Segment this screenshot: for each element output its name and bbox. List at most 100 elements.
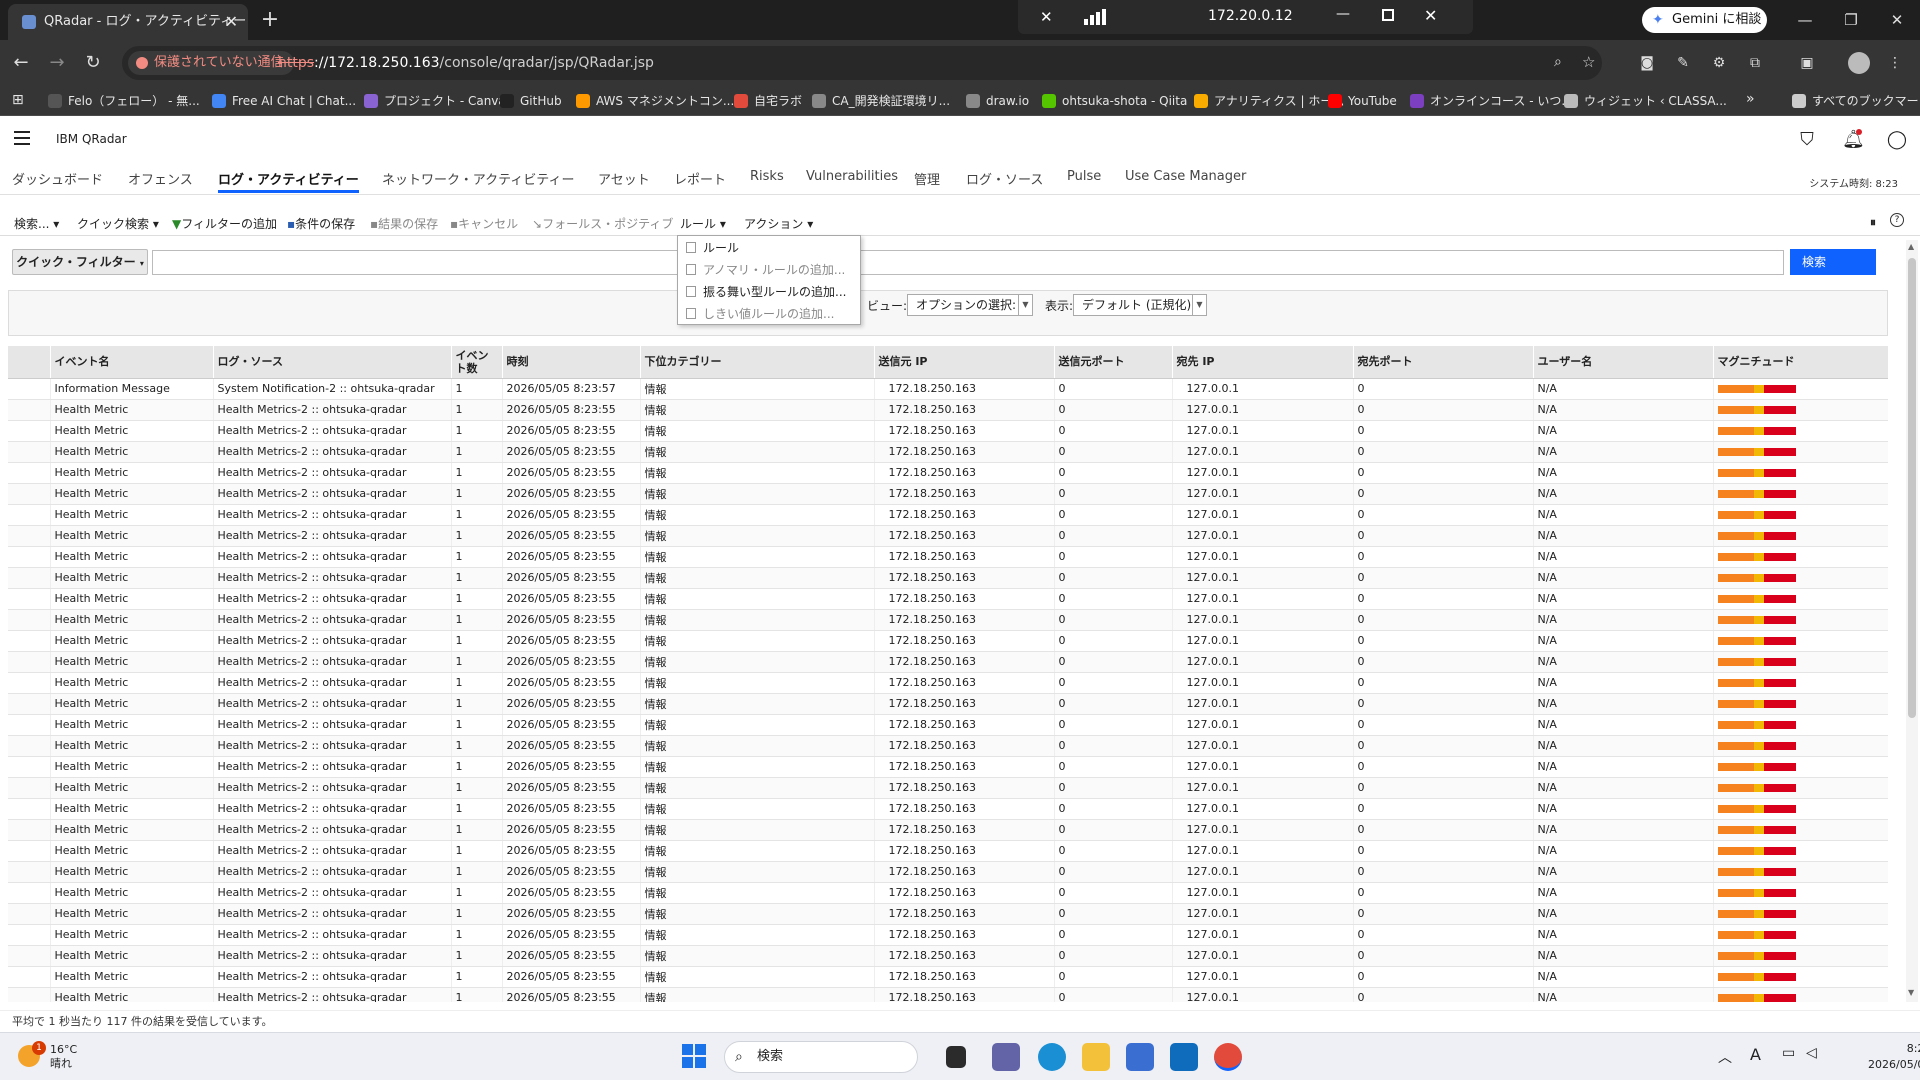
table-row[interactable]: Health Metric Health Metrics-2 :: ohtsuka…: [8, 588, 1888, 610]
tab-0[interactable]: ダッシュボード: [12, 169, 103, 193]
column-header[interactable]: 送信元 IP: [874, 346, 1055, 379]
forward-icon[interactable]: →: [44, 50, 70, 76]
row-selector[interactable]: [8, 966, 51, 988]
hamburger-menu-icon[interactable]: [14, 131, 30, 145]
table-row[interactable]: Health Metric Health Metrics-2 :: ohtsuka…: [8, 441, 1888, 463]
tab-8[interactable]: 管理: [914, 169, 940, 193]
table-row[interactable]: Health Metric Health Metrics-2 :: ohtsuka…: [8, 504, 1888, 526]
row-selector[interactable]: [8, 840, 51, 862]
table-row[interactable]: Health Metric Health Metrics-2 :: ohtsuka…: [8, 987, 1888, 1002]
table-row[interactable]: Health Metric Health Metrics-2 :: ohtsuka…: [8, 819, 1888, 841]
camera-icon[interactable]: ◙: [1636, 52, 1658, 74]
rules-menu-item-threshold[interactable]: しきい値ルールの追加...: [678, 303, 860, 325]
url-text[interactable]: https://172.18.250.163/console/qradar/js…: [278, 46, 654, 80]
tab-9[interactable]: ログ・ソース: [966, 169, 1043, 193]
taskbar-search[interactable]: ⌕ 検索: [724, 1041, 918, 1073]
store-icon[interactable]: [1126, 1043, 1154, 1071]
row-selector[interactable]: [8, 567, 51, 589]
omnibox[interactable]: 保護されていない通信 https://172.18.250.163/consol…: [122, 46, 1602, 80]
volume-icon[interactable]: ◁: [1806, 1045, 1817, 1061]
zoom-icon[interactable]: ⌕: [1554, 54, 1562, 70]
column-header[interactable]: マグニチュード: [1713, 346, 1888, 379]
file-explorer-icon[interactable]: [1082, 1043, 1110, 1071]
save-criteria-button[interactable]: ▪条件の保存: [287, 215, 355, 232]
tab-5[interactable]: レポート: [674, 169, 726, 193]
table-row[interactable]: Health Metric Health Metrics-2 :: ohtsuka…: [8, 567, 1888, 589]
table-row[interactable]: Health Metric Health Metrics-2 :: ohtsuka…: [8, 861, 1888, 883]
pause-icon[interactable]: ⏸: [1870, 215, 1876, 230]
table-row[interactable]: Health Metric Health Metrics-2 :: ohtsuka…: [8, 525, 1888, 547]
more-bookmarks-icon[interactable]: »: [1746, 91, 1755, 107]
table-row[interactable]: Health Metric Health Metrics-2 :: ohtsuka…: [8, 462, 1888, 484]
row-selector[interactable]: [8, 819, 51, 841]
table-row[interactable]: Health Metric Health Metrics-2 :: ohtsuka…: [8, 546, 1888, 568]
outlook-icon[interactable]: [1170, 1043, 1198, 1071]
row-selector[interactable]: [8, 693, 51, 715]
row-selector[interactable]: [8, 504, 51, 526]
back-icon[interactable]: ←: [8, 50, 34, 76]
row-selector[interactable]: [8, 672, 51, 694]
new-tab-button[interactable]: +: [256, 6, 284, 34]
row-selector[interactable]: [8, 483, 51, 505]
bookmark-item[interactable]: アナリティクス | ホーム: [1194, 92, 1344, 110]
menu-kebab-icon[interactable]: ⋮: [1884, 52, 1906, 74]
row-selector[interactable]: [8, 420, 51, 442]
bookmark-item[interactable]: プロジェクト - Canva: [364, 92, 506, 110]
cancel-button[interactable]: ▪キャンセル: [450, 215, 518, 232]
table-row[interactable]: Health Metric Health Metrics-2 :: ohtsuka…: [8, 735, 1888, 757]
scrollbar-thumb[interactable]: [1908, 258, 1916, 718]
bookmark-item[interactable]: draw.io: [966, 92, 1029, 110]
table-row[interactable]: Health Metric Health Metrics-2 :: ohtsuka…: [8, 756, 1888, 778]
task-view-icon[interactable]: [946, 1046, 966, 1068]
actions-menu[interactable]: アクション ▾: [744, 215, 813, 232]
restore-window-icon[interactable]: ❐: [1836, 8, 1866, 32]
row-selector[interactable]: [8, 441, 51, 463]
close-window-icon[interactable]: ✕: [1882, 8, 1912, 32]
save-results-button[interactable]: ▪結果の保存: [370, 215, 438, 232]
bookmark-item[interactable]: Free AI Chat | Chat...: [212, 92, 356, 110]
scroll-up-icon[interactable]: ▲: [1908, 242, 1914, 251]
table-row[interactable]: Health Metric Health Metrics-2 :: ohtsuka…: [8, 777, 1888, 799]
row-selector[interactable]: [8, 399, 51, 421]
windows-start-icon[interactable]: [681, 1043, 709, 1071]
tab-1[interactable]: オフェンス: [128, 169, 193, 193]
remote-minimize-icon[interactable]: —: [1336, 6, 1350, 22]
table-row[interactable]: Health Metric Health Metrics-2 :: ohtsuka…: [8, 903, 1888, 925]
shield-icon[interactable]: ⛉: [1796, 129, 1818, 151]
column-header[interactable]: [8, 346, 51, 379]
row-selector[interactable]: [8, 714, 51, 736]
table-row[interactable]: Health Metric Health Metrics-2 :: ohtsuka…: [8, 630, 1888, 652]
column-header[interactable]: イベント名: [50, 346, 214, 379]
tray-expand-icon[interactable]: ︿: [1718, 1047, 1732, 1067]
minimize-window-icon[interactable]: —: [1790, 8, 1820, 32]
scroll-down-icon[interactable]: ▼: [1908, 988, 1914, 997]
table-row[interactable]: Information Message System Notification-2…: [8, 378, 1888, 400]
row-selector[interactable]: [8, 462, 51, 484]
table-row[interactable]: Health Metric Health Metrics-2 :: ohtsuka…: [8, 840, 1888, 862]
column-header[interactable]: ログ・ソース: [213, 346, 452, 379]
tab-10[interactable]: Pulse: [1067, 169, 1101, 193]
rules-menu[interactable]: ルール ▾: [680, 215, 726, 232]
row-selector[interactable]: [8, 882, 51, 904]
notifications-bell-icon[interactable]: 🔔︎: [1842, 129, 1865, 151]
table-row[interactable]: Health Metric Health Metrics-2 :: ohtsuka…: [8, 420, 1888, 442]
quick-filter-dropdown[interactable]: クイック・フィルター ▾: [12, 249, 148, 275]
quick-search-menu[interactable]: クイック検索 ▾: [77, 215, 159, 232]
row-selector[interactable]: [8, 546, 51, 568]
pen-icon[interactable]: ✎: [1672, 52, 1694, 74]
add-filter-button[interactable]: ▼フィルターの追加: [172, 215, 277, 232]
table-row[interactable]: Health Metric Health Metrics-2 :: ohtsuka…: [8, 483, 1888, 505]
bookmark-item[interactable]: GitHub: [500, 92, 562, 110]
column-header[interactable]: 下位カテゴリー: [640, 346, 875, 379]
table-row[interactable]: Health Metric Health Metrics-2 :: ohtsuka…: [8, 945, 1888, 967]
extensions-icon[interactable]: ⧉: [1744, 52, 1766, 74]
display-select[interactable]: デフォルト (正規化) ▼: [1073, 294, 1207, 316]
close-tab-icon[interactable]: ✕: [225, 4, 238, 40]
table-row[interactable]: Health Metric Health Metrics-2 :: ohtsuka…: [8, 882, 1888, 904]
rules-menu-item-anomaly[interactable]: アノマリ・ルールの追加...: [678, 259, 860, 281]
quick-filter-input[interactable]: [152, 250, 1784, 275]
search-menu[interactable]: 検索... ▾: [14, 215, 59, 232]
table-scrollbar[interactable]: ▲ ▼: [1906, 240, 1918, 1002]
profile-avatar[interactable]: [1848, 52, 1870, 74]
remote-restore-icon[interactable]: [1382, 9, 1394, 21]
